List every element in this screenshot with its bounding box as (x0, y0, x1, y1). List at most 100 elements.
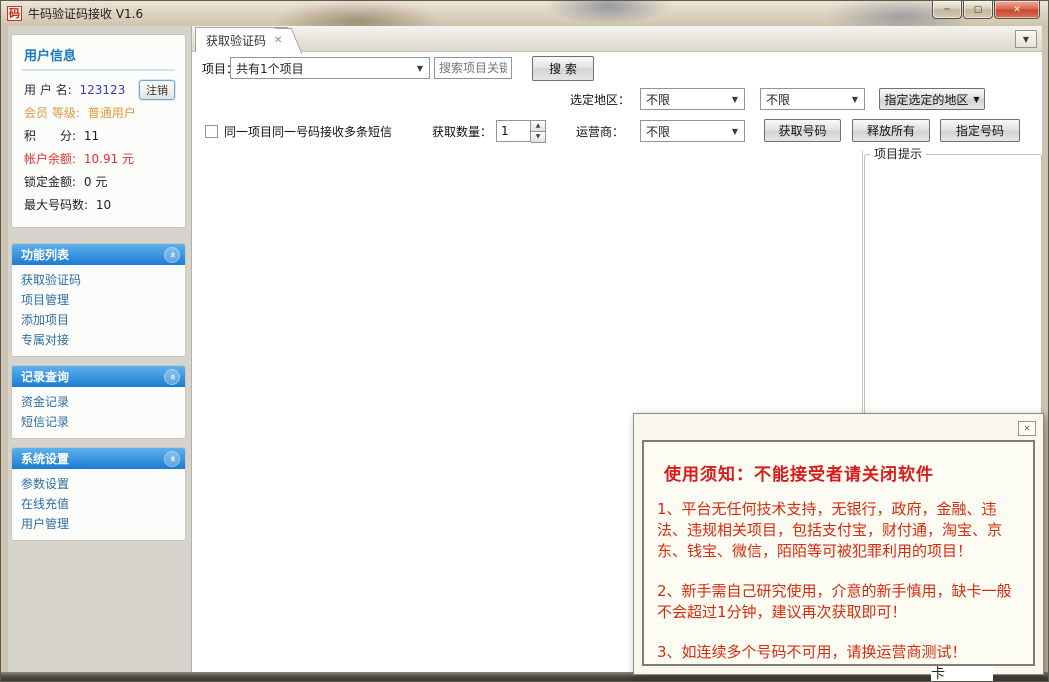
points-label: 积 分: (24, 129, 76, 143)
collapse-glyph: « (167, 455, 177, 461)
multi-sms-checkbox[interactable] (205, 125, 218, 138)
carrier-label: 运营商： (576, 121, 624, 143)
region-combo-2-value: 不限 (766, 91, 790, 108)
specify-region-button[interactable]: 指定选定的地区 ▼ (879, 88, 985, 110)
function-list-header-label: 功能列表 (21, 246, 69, 263)
spin-down-icon[interactable]: ▼ (531, 132, 546, 143)
maximize-button[interactable]: ▢ (963, 1, 993, 19)
project-tips-legend: 项目提示 (870, 147, 926, 162)
specify-region-label: 指定选定的地区 (884, 91, 968, 108)
sidebar: 用户信息 用 户 名: 123123 注销 会员 等级: 普通用户 积 分: 1… (8, 26, 191, 672)
window-title: 牛码验证码接收 V1.6 (28, 5, 143, 22)
sidebar-item-add-project[interactable]: 添加项目 (21, 310, 185, 330)
title-bar: 码 牛码验证码接收 V1.6 ─ ▢ ✕ (1, 1, 1048, 26)
sidebar-item-sms-records[interactable]: 短信记录 (21, 412, 185, 432)
quantity-label: 获取数量： (432, 121, 492, 143)
user-info-header: 用户信息 (22, 43, 175, 71)
close-button[interactable]: ✕ (994, 1, 1040, 19)
region-combo-2[interactable]: 不限 ▼ (760, 88, 865, 110)
collapse-glyph: « (167, 373, 177, 379)
settings-header-label: 系统设置 (21, 450, 69, 467)
sidebar-item-online-recharge[interactable]: 在线充值 (21, 494, 185, 514)
tab-list-dropdown-button[interactable]: ▼ (1015, 30, 1037, 48)
chevron-down-icon: ▼ (846, 95, 864, 104)
settings-section: 系统设置 « 参数设置 在线充值 用户管理 (11, 447, 186, 541)
carrier-combo[interactable]: 不限 ▼ (640, 120, 745, 142)
username-value: 123123 (80, 83, 126, 97)
minimize-button[interactable]: ─ (932, 1, 962, 19)
balance-value: 10.91 元 (84, 152, 134, 166)
multi-sms-checkbox-label[interactable]: 同一项目同一号码接收多条短信 (224, 121, 392, 143)
region-label: 选定地区： (570, 89, 630, 111)
app-window: 码 牛码验证码接收 V1.6 ─ ▢ ✕ 用户信息 用 户 名: 123123 … (0, 0, 1049, 682)
usage-notice-paragraph: 3、如连续多个号码不可用，请换运营商测试！ (657, 642, 1020, 663)
search-button[interactable]: 搜 索 (532, 56, 594, 81)
sidebar-item-get-code[interactable]: 获取验证码 (21, 270, 185, 290)
usage-notice-paragraph: 2、新手需自己研究使用，介意的新手慎用，缺卡一般不会超过1分钟，建议再次获取即可… (657, 581, 1020, 623)
usage-notice-content: 使用须知：不能接受者请关闭软件 1、平台无任何技术支持，无银行，政府，金融、违法… (642, 440, 1035, 666)
locked-amount-label: 锁定金额: (24, 175, 76, 189)
chevron-down-icon: ▼ (1023, 35, 1029, 44)
usage-notice-paragraph: 1、平台无任何技术支持，无银行，政府，金融、违法、违规相关项目，包括支付宝，财付… (657, 499, 1020, 562)
search-input[interactable] (434, 57, 512, 79)
project-combo[interactable]: 共有1个项目 ▼ (230, 57, 430, 79)
points-row: 积 分: 11 (22, 125, 175, 148)
sidebar-item-fund-records[interactable]: 资金记录 (21, 392, 185, 412)
quantity-input[interactable] (496, 120, 531, 142)
function-list-items: 获取验证码 项目管理 添加项目 专属对接 (12, 265, 185, 356)
locked-amount-value: 0 元 (84, 175, 107, 189)
tab-get-code[interactable]: 获取验证码 ✕ (195, 27, 288, 52)
chevron-down-icon: ▼ (726, 95, 744, 104)
member-level-row: 会员 等级: 普通用户 (22, 102, 175, 125)
carrier-combo-value: 不限 (646, 123, 670, 140)
sidebar-item-exclusive-dock[interactable]: 专属对接 (21, 330, 185, 350)
chevron-down-icon: ▼ (411, 64, 429, 73)
records-header[interactable]: 记录查询 « (12, 366, 185, 387)
username-label: 用 户 名: (24, 83, 72, 97)
collapse-icon[interactable]: « (165, 248, 179, 262)
sidebar-item-user-manage[interactable]: 用户管理 (21, 514, 185, 534)
usage-notice-title: 使用须知：不能接受者请关闭软件 (664, 460, 1020, 485)
collapse-icon[interactable]: « (165, 370, 179, 384)
get-number-button[interactable]: 获取号码 (764, 119, 841, 142)
tab-close-icon[interactable]: ✕ (274, 35, 282, 46)
user-info-panel: 用户信息 用 户 名: 123123 注销 会员 等级: 普通用户 积 分: 1… (11, 34, 186, 228)
specify-number-button[interactable]: 指定号码 (940, 119, 1020, 142)
tab-bar: 获取验证码 ✕ ▼ (192, 26, 1042, 52)
dialog-close-button[interactable]: ✕ (1018, 421, 1036, 436)
collapse-icon[interactable]: « (165, 452, 179, 466)
release-all-button[interactable]: 释放所有 (852, 119, 930, 142)
function-list-header[interactable]: 功能列表 « (12, 244, 185, 265)
logout-button[interactable]: 注销 (139, 80, 175, 100)
clipped-background-text: 卡 (931, 666, 993, 682)
tab-label: 获取验证码 (206, 32, 266, 49)
records-section: 记录查询 « 资金记录 短信记录 (11, 365, 186, 439)
region-combo-1-value: 不限 (646, 91, 670, 108)
app-logo-glyph: 码 (9, 7, 20, 20)
collapse-glyph: « (167, 251, 177, 257)
spin-up-icon[interactable]: ▲ (531, 120, 546, 132)
max-numbers-row: 最大号码数: 10 (22, 194, 175, 217)
balance-row: 帐户余额: 10.91 元 (22, 148, 175, 171)
chevron-down-icon: ▼ (726, 127, 744, 136)
chevron-down-icon: ▼ (973, 95, 979, 104)
sidebar-item-param-settings[interactable]: 参数设置 (21, 474, 185, 494)
project-combo-value: 共有1个项目 (236, 60, 304, 77)
username-row: 用 户 名: 123123 注销 (22, 79, 175, 102)
app-logo-icon: 码 (7, 6, 22, 21)
records-header-label: 记录查询 (21, 368, 69, 385)
region-combo-1[interactable]: 不限 ▼ (640, 88, 745, 110)
max-numbers-label: 最大号码数: (24, 198, 88, 212)
maximize-icon: ▢ (974, 5, 983, 15)
quantity-stepper: ▲ ▼ (531, 120, 546, 142)
locked-amount-row: 锁定金额: 0 元 (22, 171, 175, 194)
settings-header[interactable]: 系统设置 « (12, 448, 185, 469)
member-level-value: 普通用户 (88, 106, 136, 120)
dialog-close-icon: ✕ (1024, 424, 1031, 433)
settings-items: 参数设置 在线充值 用户管理 (12, 469, 185, 540)
records-items: 资金记录 短信记录 (12, 387, 185, 438)
window-controls: ─ ▢ ✕ (931, 1, 1040, 19)
close-icon: ✕ (1013, 5, 1021, 15)
function-list-section: 功能列表 « 获取验证码 项目管理 添加项目 专属对接 (11, 243, 186, 357)
sidebar-item-project-manage[interactable]: 项目管理 (21, 290, 185, 310)
